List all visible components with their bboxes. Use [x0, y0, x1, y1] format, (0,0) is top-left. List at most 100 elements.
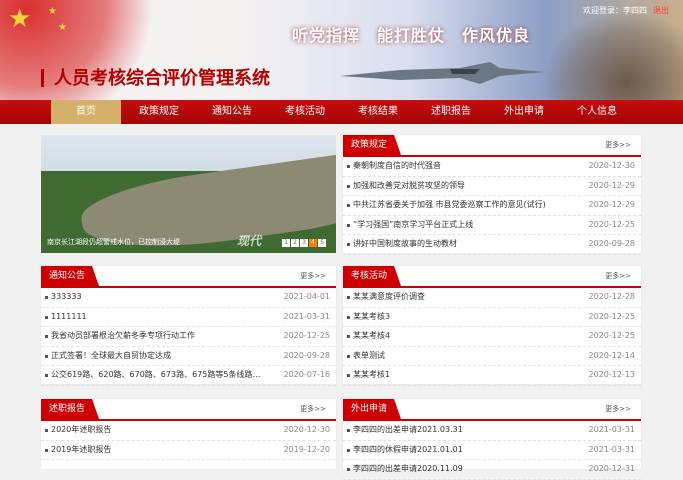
list-item: 李四四的出差申请2021.03.31 2021-03-31: [343, 421, 641, 441]
list-item-date: 2020-12-28: [588, 292, 636, 301]
carousel-pager: 12345: [281, 237, 326, 247]
more-link[interactable]: 更多>>: [300, 271, 326, 281]
nav-activity[interactable]: 考核活动: [270, 100, 340, 124]
carousel-page-5[interactable]: 5: [318, 239, 326, 247]
more-link[interactable]: 更多>>: [605, 271, 631, 281]
list-item-date: 2019-12-20: [283, 444, 331, 454]
panel-header: 述职报告 更多>>: [41, 399, 336, 421]
list-item: 讲好中国制度故事的生动教材 2020-09-28: [343, 235, 641, 255]
bullet: [45, 448, 48, 452]
activity-list: 某某满意度评价调查 2020-12-28 某某考核3 2020-12-25 某某考核…: [343, 288, 641, 386]
list-item-link[interactable]: 某某满意度评价调查: [353, 288, 567, 307]
nav-report[interactable]: 述职报告: [416, 100, 486, 124]
fighter-jet-image: [340, 62, 545, 84]
login-user: 欢迎登录：李四四: [583, 6, 647, 15]
main-nav: 首页 政策规定 通知公告 考核活动 考核结果 述职报告 外出申请 个人信息: [0, 100, 683, 124]
panel-title: 外出申请: [343, 399, 402, 419]
nav-profile[interactable]: 个人信息: [562, 100, 632, 124]
more-link[interactable]: 更多>>: [300, 404, 326, 414]
system-title-text: 人员考核综合评价管理系统: [54, 68, 270, 89]
list-item-date: 2020-12-25: [283, 331, 331, 340]
list-item-link[interactable]: 正式签署！全球最大自贸协定达成: [51, 347, 262, 366]
list-item-link[interactable]: 某某考核4: [353, 327, 567, 346]
list-item-date: 2020-12-25: [588, 219, 636, 229]
nav-notice[interactable]: 通知公告: [197, 100, 267, 124]
bullet: [347, 204, 350, 207]
carousel-page-4[interactable]: 4: [309, 239, 317, 247]
panel-title: 述职报告: [41, 399, 100, 419]
bullet: [347, 184, 350, 188]
list-item-link[interactable]: 加强和改善党对脱贫攻坚的领导: [353, 177, 567, 196]
star-icon: ★: [58, 22, 67, 33]
list-item-link[interactable]: 1111111: [51, 308, 262, 327]
panel-header: 政策规定 更多>>: [343, 135, 641, 157]
nav-leave[interactable]: 外出申请: [489, 100, 559, 124]
list-item-link[interactable]: 公交619路、620路、670路、673路、675路等5条线路走向优化调整: [51, 366, 262, 385]
bullet: [45, 335, 48, 338]
list-item: 李四四的出差申请2020.11.09 2020-12-31: [343, 460, 641, 480]
logout-link[interactable]: 退出: [653, 6, 669, 15]
bullet: [45, 354, 48, 358]
list-item-link[interactable]: 中共江苏省委关于加强 市县党委巡察工作的意见(试行): [353, 196, 567, 215]
list-item-link[interactable]: 李四四的休假申请2021.01.01: [353, 441, 567, 460]
list-item: 1111111 2021-03-31: [41, 308, 336, 327]
nav-home[interactable]: 首页: [51, 100, 121, 124]
list-item-date: 2021-03-31: [588, 444, 636, 454]
list-item: 我省动员部署根治欠薪冬季专项行动工作 2020-12-25: [41, 327, 336, 347]
title-bar: [41, 69, 44, 87]
star-icon: ★: [48, 6, 57, 17]
bullet: [347, 448, 350, 452]
list-item-date: 2020-12-31: [588, 464, 636, 473]
list-item-date: 2020-09-28: [283, 350, 331, 360]
list-item-date: 2020-12-13: [588, 370, 636, 379]
list-item-link[interactable]: 李四四的出差申请2021.03.31: [353, 421, 567, 440]
list-item: 某某考核4 2020-12-25: [343, 327, 641, 347]
more-link[interactable]: 更多>>: [605, 140, 631, 150]
carousel-page-1[interactable]: 1: [282, 239, 290, 247]
bullet: [347, 243, 350, 246]
policy-list: 秦朝制度自信的时代强音 2020-12-30 加强和改善党对脱贫攻坚的领导 2020…: [343, 157, 641, 255]
bullet: [347, 468, 350, 471]
list-item-link[interactable]: 333333: [51, 288, 262, 307]
list-item-link[interactable]: 李四四的出差申请2020.11.09: [353, 460, 567, 479]
list-item-date: 2021-03-31: [588, 425, 636, 434]
bullet: [45, 296, 48, 299]
carousel-page-2[interactable]: 2: [291, 239, 299, 247]
carousel-caption[interactable]: 南京长江湖段仍超警戒水位，已控制浸大堤: [47, 237, 180, 247]
panel-title: 政策规定: [343, 135, 402, 155]
list-item-link[interactable]: 2019年述职报告: [51, 441, 262, 460]
login-status: 欢迎登录：李四四 退出: [583, 5, 669, 16]
list-item-link[interactable]: 某某考核3: [353, 308, 567, 327]
panel-notice: 通知公告 更多>> 333333 2021-04-01 1111111 2021-0…: [41, 266, 336, 386]
list-item-link[interactable]: 秦朝制度自信的时代强音: [353, 157, 567, 176]
list-item-date: 2020-12-29: [588, 200, 636, 209]
bullet: [45, 315, 48, 319]
bullet: [347, 296, 350, 299]
list-item-link[interactable]: “学习强国”南京学习平台正式上线: [353, 216, 567, 235]
list-item: 李四四的休假申请2021.01.01 2021-03-31: [343, 441, 641, 460]
list-item: 某某考核1 2020-12-13: [343, 366, 641, 386]
leave-list: 李四四的出差申请2021.03.31 2021-03-31 李四四的休假申请202…: [343, 421, 641, 480]
list-item-link[interactable]: 表单测试: [353, 347, 567, 366]
bullet: [45, 374, 48, 377]
panel-title: 考核活动: [343, 266, 402, 286]
nav-results[interactable]: 考核结果: [343, 100, 413, 124]
list-item-date: 2021-03-31: [283, 311, 331, 321]
list-item-link[interactable]: 我省动员部署根治欠薪冬季专项行动工作: [51, 327, 262, 346]
more-link[interactable]: 更多>>: [605, 404, 631, 414]
list-item-link[interactable]: 讲好中国制度故事的生动教材: [353, 235, 567, 254]
list-item-link[interactable]: 2020年述职报告: [51, 421, 262, 440]
news-carousel[interactable]: 南京长江湖段仍超警戒水位，已控制浸大堤 现代 12345: [41, 135, 336, 253]
star-icon: ★: [8, 4, 32, 34]
panel-leave: 外出申请 更多>> 李四四的出差申请2021.03.31 2021-03-31 李…: [343, 399, 641, 480]
list-item-date: 2021-04-01: [283, 292, 331, 301]
carousel-page-3[interactable]: 3: [300, 239, 308, 247]
soldiers-image: [543, 10, 683, 100]
nav-policy[interactable]: 政策规定: [124, 100, 194, 124]
panel-activity: 考核活动 更多>> 某某满意度评价调查 2020-12-28 某某考核3 2020-…: [343, 266, 641, 386]
list-item-date: 2020-12-25: [588, 311, 636, 321]
list-item: 公交619路、620路、670路、673路、675路等5条线路走向优化调整 202…: [41, 366, 336, 386]
notice-list: 333333 2021-04-01 1111111 2021-03-31 我省动员部…: [41, 288, 336, 386]
list-item-link[interactable]: 某某考核1: [353, 366, 567, 385]
slogan: 听党指挥 能打胜仗 作风优良: [292, 26, 531, 45]
